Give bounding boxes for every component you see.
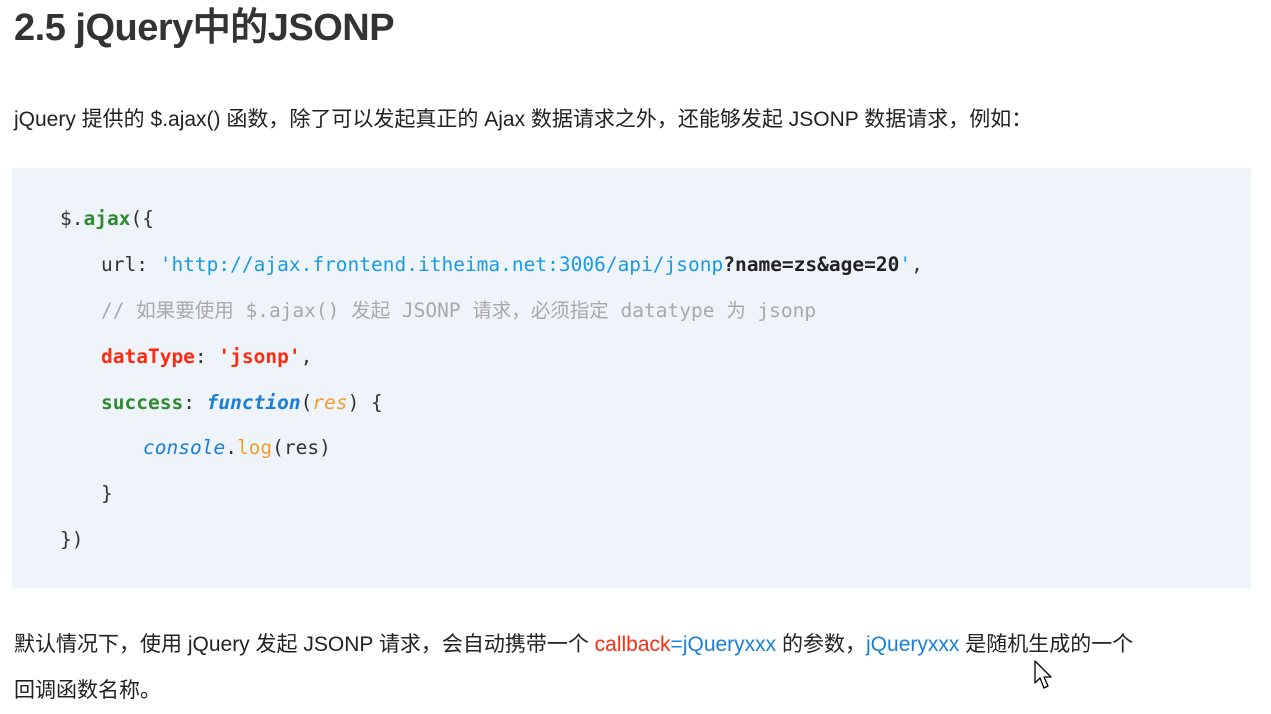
code-token: ) { (347, 391, 383, 414)
code-token: (res) (272, 436, 331, 459)
code-line-3-comment: // 如果要使用 $.ajax() 发起 JSONP 请求，必须指定 datat… (101, 296, 816, 326)
code-token: res (312, 391, 348, 414)
code-token: . (225, 436, 237, 459)
code-token: dataType (101, 345, 195, 368)
code-token: console (143, 436, 226, 459)
code-token: , (911, 253, 923, 276)
footer-line-1: 默认情况下，使用 jQuery 发起 JSONP 请求，会自动携带一个 call… (14, 622, 1133, 668)
code-block: $.ajax({ url: 'http://ajax.frontend.ithe… (12, 168, 1251, 588)
code-token: }) (60, 528, 84, 551)
footer-line-2: 回调函数名称。 (14, 679, 161, 702)
code-line-2: url: 'http://ajax.frontend.itheima.net:3… (101, 250, 923, 280)
page-title: 2.5 jQuery中的JSONP (14, 7, 395, 49)
jquery-callback-name: jQueryxxx (682, 633, 777, 656)
jquery-callback-name-2: jQueryxxx (866, 633, 960, 656)
footer-text: 默认情况下，使用 jQuery 发起 JSONP 请求，会自动携带一个 (14, 633, 595, 656)
code-line-5: success: function(res) { (101, 388, 383, 418)
code-token: : (183, 391, 207, 414)
mouse-pointer-icon (1034, 660, 1054, 690)
footer-text: 是随机生成的一个 (959, 633, 1134, 656)
code-token: ({ (130, 207, 154, 230)
footer-paragraph: 默认情况下，使用 jQuery 发起 JSONP 请求，会自动携带一个 call… (14, 622, 1133, 714)
callback-keyword: callback (594, 633, 671, 656)
code-line-8: }) (60, 525, 83, 555)
code-token: , (300, 345, 313, 368)
code-line-6: console.log(res) (143, 433, 331, 463)
code-token: log (236, 436, 273, 459)
equals-sign: = (670, 633, 683, 656)
code-token: // 如果要使用 $.ajax() 发起 JSONP 请求，必须指定 datat… (101, 299, 817, 322)
code-token: ajax (83, 207, 131, 230)
code-token: $. (60, 207, 84, 230)
code-token: success (101, 391, 184, 414)
footer-text: 的参数， (776, 633, 867, 656)
code-line-1: $.ajax({ (60, 204, 154, 234)
code-line-7: } (101, 479, 113, 509)
code-token: ?name=zs&age=20 (723, 253, 900, 276)
code-token: : (194, 345, 219, 368)
code-token: } (101, 482, 113, 505)
code-token: 'http://ajax.frontend.itheima.net:3006/a… (159, 253, 724, 276)
code-token: ' (899, 253, 912, 276)
code-token: ( (300, 391, 313, 414)
intro-paragraph: jQuery 提供的 $.ajax() 函数，除了可以发起真正的 Ajax 数据… (14, 108, 1033, 131)
code-token: url: (101, 253, 160, 276)
code-token: 'jsonp' (218, 345, 301, 368)
code-line-4: dataType: 'jsonp', (101, 342, 312, 372)
code-token: function (206, 391, 301, 414)
